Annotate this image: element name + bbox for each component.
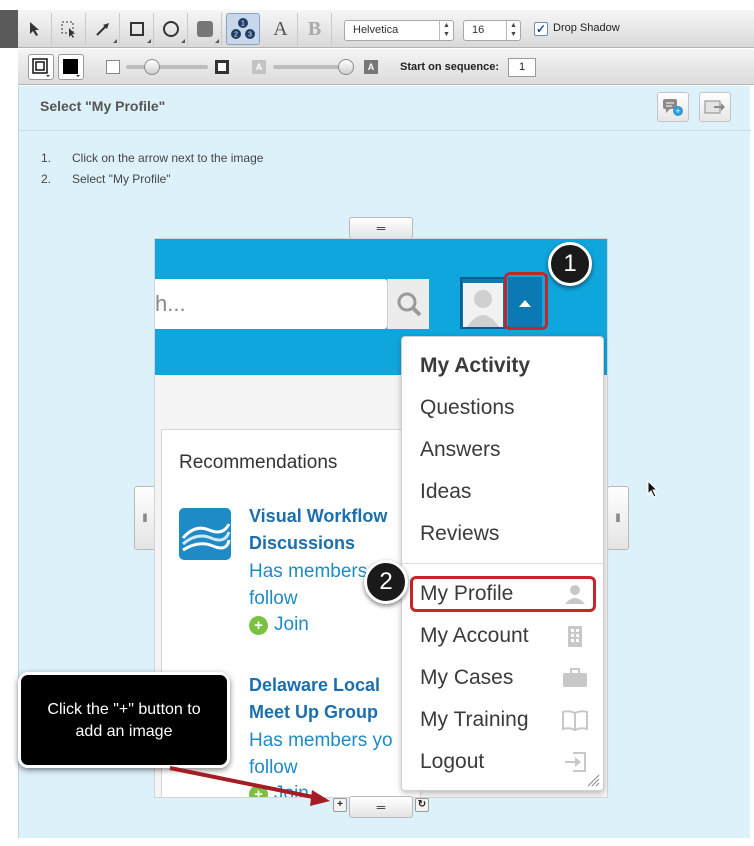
callout-arrow — [169, 766, 330, 806]
editor-window: 123 A B Helvetica ▲ ▼ 16 ▲ ▼ ✓ Drop Shadow — [0, 0, 754, 846]
mouse-pointer-icon — [647, 480, 659, 498]
